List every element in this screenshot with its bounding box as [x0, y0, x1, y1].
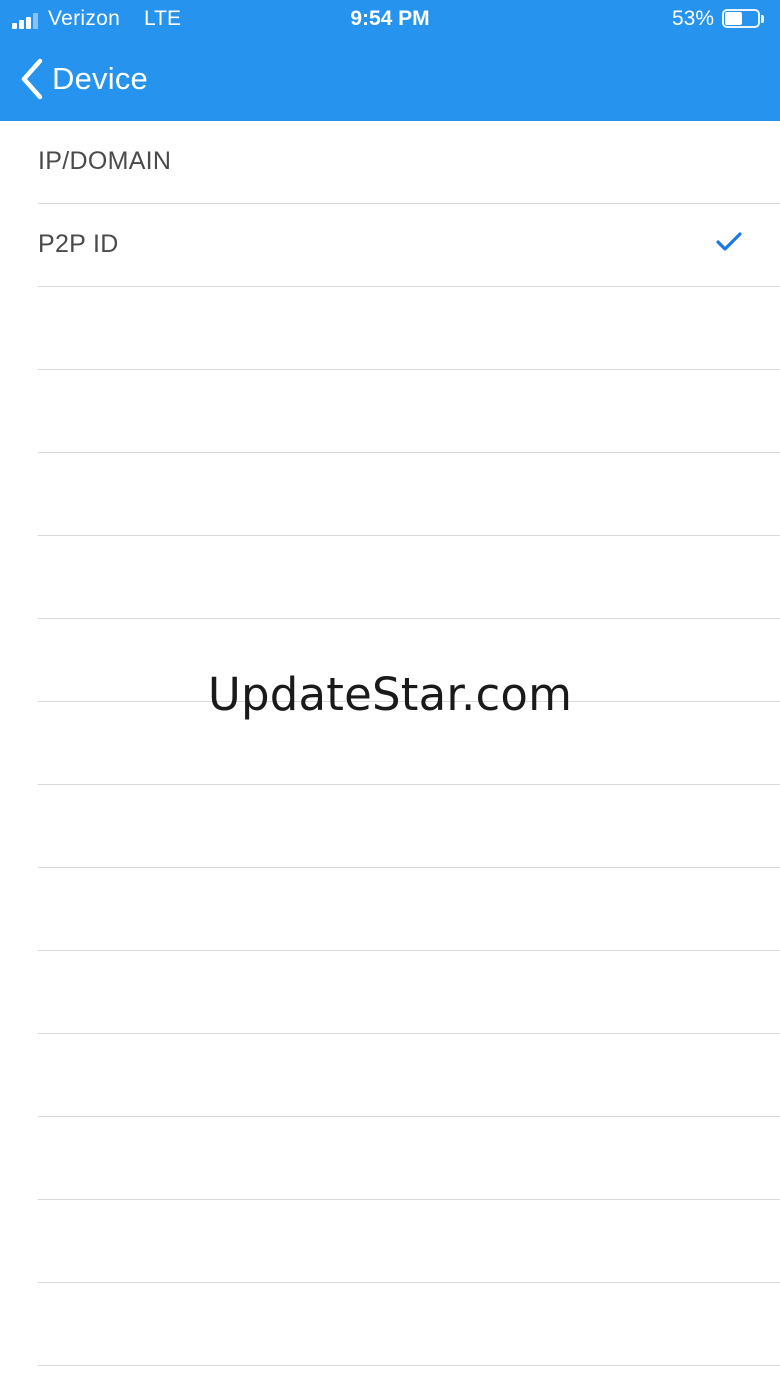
empty-list-row	[38, 1200, 780, 1283]
list-item-label: IP/DOMAIN	[38, 147, 172, 175]
battery-percent: 53%	[671, 7, 714, 30]
list-item-ip-domain[interactable]: IP/DOMAIN	[38, 121, 780, 204]
checkmark-icon	[716, 232, 742, 257]
back-label: Device	[52, 61, 148, 96]
back-button[interactable]: Device	[20, 54, 148, 104]
empty-list-row	[38, 785, 780, 868]
watermark-text: UpdateStar.com	[207, 668, 573, 721]
empty-list-row	[38, 1117, 780, 1200]
empty-list-row	[38, 287, 780, 370]
top-bar: Verizon LTE 9:54 PM 53% Device	[0, 0, 780, 121]
device-type-list: IP/DOMAIN P2P ID	[0, 121, 780, 1366]
navigation-bar: Device	[0, 40, 780, 121]
empty-list-row	[38, 1283, 780, 1366]
chevron-left-icon	[21, 58, 43, 100]
empty-list-row	[38, 536, 780, 619]
empty-list-row	[38, 453, 780, 536]
status-bar: Verizon LTE 9:54 PM 53%	[0, 0, 780, 40]
list-item-p2p-id[interactable]: P2P ID	[38, 204, 780, 287]
empty-list-row	[38, 868, 780, 951]
empty-list-row	[38, 951, 780, 1034]
battery-icon	[722, 9, 764, 30]
list-item-label: P2P ID	[38, 230, 119, 258]
status-time: 9:54 PM	[350, 7, 430, 30]
empty-list-row	[38, 370, 780, 453]
empty-list-row	[38, 1034, 780, 1117]
